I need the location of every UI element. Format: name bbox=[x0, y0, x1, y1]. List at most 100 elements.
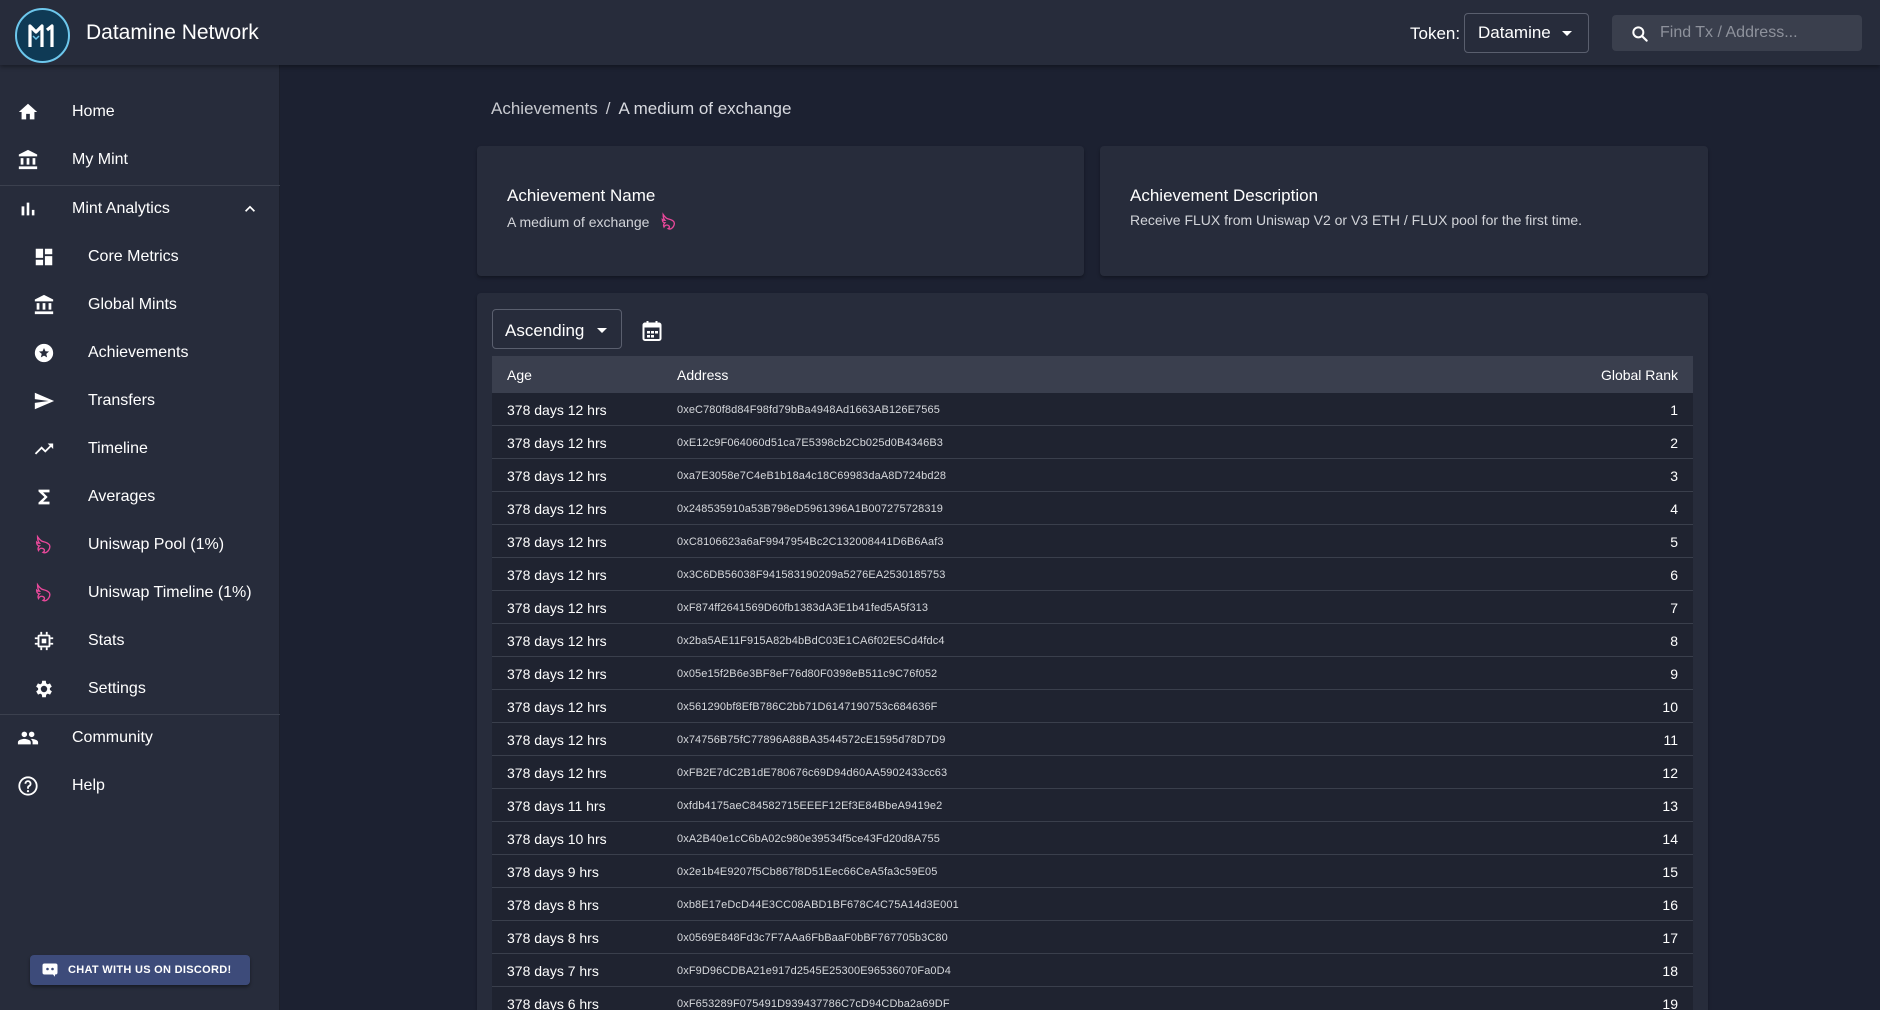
row-age: 378 days 12 hrs bbox=[507, 534, 607, 550]
table-row[interactable]: 378 days 10 hrs 0xA2B40e1cC6bA02c980e3953… bbox=[492, 822, 1693, 855]
sidebar-item-home[interactable]: Home bbox=[0, 88, 280, 136]
sidebar-item-mint-analytics[interactable]: Mint Analytics bbox=[0, 185, 280, 233]
row-address-link[interactable]: 0x561290bf8EfB786C2bb71D6147190753c68463… bbox=[677, 701, 937, 713]
row-address-link[interactable]: 0xb8E17eDcD44E3CC08ABD1BF678C4C75A14d3E0… bbox=[677, 899, 959, 911]
table-row[interactable]: 378 days 12 hrs 0x2ba5AE11F915A82b4bBdC03… bbox=[492, 624, 1693, 657]
row-address-link[interactable]: 0xC8106623a6aF9947954Bc2C132008441D6B6Aa… bbox=[677, 536, 944, 548]
row-global-rank: 5 bbox=[1670, 534, 1678, 550]
row-address-link[interactable]: 0x0569E848Fd3c7F7AAa6FbBaaF0bBF767705b3C… bbox=[677, 932, 948, 944]
table-row[interactable]: 378 days 12 hrs 0x74756B75fC77896A88BA354… bbox=[492, 723, 1693, 756]
row-address-link[interactable]: 0xA2B40e1cC6bA02c980e39534f5ce43Fd20d8A7… bbox=[677, 833, 940, 845]
discord-chat-button[interactable]: CHAT WITH US ON DISCORD! bbox=[30, 955, 250, 985]
table-row[interactable]: 378 days 12 hrs 0x561290bf8EfB786C2bb71D6… bbox=[492, 690, 1693, 723]
achievement-holders-card: Ascending Age Address Global Rank 378 da… bbox=[477, 293, 1708, 1010]
row-age: 378 days 12 hrs bbox=[507, 765, 607, 781]
row-age: 378 days 9 hrs bbox=[507, 864, 599, 880]
achievement-holders-table: Age Address Global Rank 378 days 12 hrs 0… bbox=[492, 356, 1693, 1010]
sidebar-item-help[interactable]: Help bbox=[0, 762, 280, 810]
bank-icon bbox=[32, 293, 56, 317]
sidebar-item-timeline[interactable]: Timeline bbox=[0, 425, 280, 473]
row-address-link[interactable]: 0xFB2E7dC2B1dE780676c69D94d60AA5902433cc… bbox=[677, 767, 947, 779]
search-input[interactable] bbox=[1660, 15, 1855, 51]
row-address-link[interactable]: 0x74756B75fC77896A88BA3544572cE1595d78D7… bbox=[677, 734, 945, 746]
chevron-up-icon[interactable] bbox=[240, 199, 260, 219]
sidebar-item-uniswap-pool[interactable]: Uniswap Pool (1%) bbox=[0, 521, 280, 569]
sigma-icon bbox=[32, 485, 56, 509]
caret-down-icon bbox=[1562, 31, 1572, 36]
table-row[interactable]: 378 days 8 hrs 0x0569E848Fd3c7F7AAa6FbBaa… bbox=[492, 921, 1693, 954]
breadcrumb-separator: / bbox=[605, 99, 611, 118]
discord-button-label: CHAT WITH US ON DISCORD! bbox=[68, 964, 232, 976]
row-global-rank: 15 bbox=[1662, 864, 1678, 880]
table-row[interactable]: 378 days 12 hrs 0x05e15f2B6e3BF8eF76d80F0… bbox=[492, 657, 1693, 690]
row-address-link[interactable]: 0x3C6DB56038F941583190209a5276EA25301857… bbox=[677, 569, 945, 581]
token-select-value: Datamine bbox=[1478, 23, 1551, 42]
row-age: 378 days 12 hrs bbox=[507, 600, 607, 616]
unicorn-icon bbox=[32, 581, 56, 605]
row-address-link[interactable]: 0x2ba5AE11F915A82b4bBdC03E1CA6f02E5Cd4fd… bbox=[677, 635, 945, 647]
sidebar-item-uniswap-timeline[interactable]: Uniswap Timeline (1%) bbox=[0, 569, 280, 617]
row-address-link[interactable]: 0xF653289F075491D939437786C7cD94CDba2a69… bbox=[677, 998, 950, 1010]
table-row[interactable]: 378 days 12 hrs 0x248535910a53B798eD59613… bbox=[492, 492, 1693, 525]
row-global-rank: 1 bbox=[1670, 402, 1678, 418]
row-address-link[interactable]: 0x05e15f2B6e3BF8eF76d80F0398eB511c9C76f0… bbox=[677, 668, 937, 680]
sidebar-item-label: Home bbox=[72, 103, 115, 120]
row-address-link[interactable]: 0x2e1b4E9207f5Cb867f8D51Eec66CeA5fa3c59E… bbox=[677, 866, 937, 878]
sidebar-item-label: Mint Analytics bbox=[72, 200, 170, 217]
sidebar-item-achievements[interactable]: Achievements bbox=[0, 329, 280, 377]
table-row[interactable]: 378 days 12 hrs 0x3C6DB56038F941583190209… bbox=[492, 558, 1693, 591]
breadcrumb-current: A medium of exchange bbox=[618, 99, 792, 118]
unicorn-icon bbox=[662, 212, 676, 230]
table-row[interactable]: 378 days 12 hrs 0xF874ff2641569D60fb1383d… bbox=[492, 591, 1693, 624]
sidebar-item-stats[interactable]: Stats bbox=[0, 617, 280, 665]
table-row[interactable]: 378 days 12 hrs 0xa7E3058e7C4eB1b18a4c18C… bbox=[492, 459, 1693, 492]
column-header-global-rank[interactable]: Global Rank bbox=[1601, 367, 1678, 383]
sidebar-item-core-metrics[interactable]: Core Metrics bbox=[0, 233, 280, 281]
row-age: 378 days 12 hrs bbox=[507, 699, 607, 715]
row-address-link[interactable]: 0xeC780f8d84F98fd79bBa4948Ad1663AB126E75… bbox=[677, 404, 940, 416]
chip-icon bbox=[32, 629, 56, 653]
sidebar-item-transfers[interactable]: Transfers bbox=[0, 377, 280, 425]
row-age: 378 days 12 hrs bbox=[507, 732, 607, 748]
table-row[interactable]: 378 days 12 hrs 0xC8106623a6aF9947954Bc2C… bbox=[492, 525, 1693, 558]
sidebar-item-community[interactable]: Community bbox=[0, 714, 280, 762]
search-box[interactable] bbox=[1612, 15, 1862, 51]
calendar-icon[interactable] bbox=[642, 320, 662, 342]
sort-order-select[interactable]: Ascending bbox=[492, 309, 622, 349]
table-row[interactable]: 378 days 12 hrs 0xFB2E7dC2B1dE780676c69D9… bbox=[492, 756, 1693, 789]
table-row[interactable]: 378 days 6 hrs 0xF653289F075491D939437786… bbox=[492, 987, 1693, 1010]
row-age: 378 days 6 hrs bbox=[507, 996, 599, 1010]
row-age: 378 days 8 hrs bbox=[507, 930, 599, 946]
row-global-rank: 17 bbox=[1662, 930, 1678, 946]
datamine-logo-icon[interactable] bbox=[15, 8, 70, 63]
row-global-rank: 8 bbox=[1670, 633, 1678, 649]
column-header-address[interactable]: Address bbox=[677, 367, 728, 383]
row-global-rank: 10 bbox=[1662, 699, 1678, 715]
sidebar-item-my-mint[interactable]: My Mint bbox=[0, 136, 280, 184]
row-address-link[interactable]: 0x248535910a53B798eD5961396A1B0072757283… bbox=[677, 503, 943, 515]
sidebar-item-global-mints[interactable]: Global Mints bbox=[0, 281, 280, 329]
row-address-link[interactable]: 0xa7E3058e7C4eB1b18a4c18C69983daA8D724bd… bbox=[677, 470, 946, 482]
sidebar-item-settings[interactable]: Settings bbox=[0, 665, 280, 713]
column-header-age[interactable]: Age bbox=[507, 367, 532, 383]
achievement-name-row: A medium of exchange bbox=[507, 212, 679, 232]
breadcrumb-link-achievements[interactable]: Achievements bbox=[491, 99, 598, 119]
sidebar-item-averages[interactable]: Averages bbox=[0, 473, 280, 521]
row-address-link[interactable]: 0xfdb4175aeC84582715EEEF12Ef3E84BbeA9419… bbox=[677, 800, 942, 812]
row-address-link[interactable]: 0xE12c9F064060d51ca7E5398cb2Cb025d0B4346… bbox=[677, 437, 943, 449]
row-age: 378 days 8 hrs bbox=[507, 897, 599, 913]
table-row[interactable]: 378 days 7 hrs 0xF9D96CDBA21e917d2545E253… bbox=[492, 954, 1693, 987]
row-age: 378 days 12 hrs bbox=[507, 435, 607, 451]
table-row[interactable]: 378 days 11 hrs 0xfdb4175aeC84582715EEEF1… bbox=[492, 789, 1693, 822]
table-row[interactable]: 378 days 12 hrs 0xE12c9F064060d51ca7E5398… bbox=[492, 426, 1693, 459]
table-row[interactable]: 378 days 12 hrs 0xeC780f8d84F98fd79bBa494… bbox=[492, 393, 1693, 426]
row-address-link[interactable]: 0xF874ff2641569D60fb1383dA3E1b41fed5A5f3… bbox=[677, 602, 928, 614]
token-select[interactable]: Datamine bbox=[1464, 13, 1589, 53]
row-age: 378 days 12 hrs bbox=[507, 468, 607, 484]
table-row[interactable]: 378 days 8 hrs 0xb8E17eDcD44E3CC08ABD1BF6… bbox=[492, 888, 1693, 921]
sidebar-item-label: Community bbox=[72, 729, 153, 746]
table-row[interactable]: 378 days 9 hrs 0x2e1b4E9207f5Cb867f8D51Ee… bbox=[492, 855, 1693, 888]
app-bar: Datamine Network Token: Datamine bbox=[0, 0, 1880, 65]
app-title[interactable]: Datamine Network bbox=[86, 21, 259, 45]
row-address-link[interactable]: 0xF9D96CDBA21e917d2545E25300E96536070Fa0… bbox=[677, 965, 951, 977]
